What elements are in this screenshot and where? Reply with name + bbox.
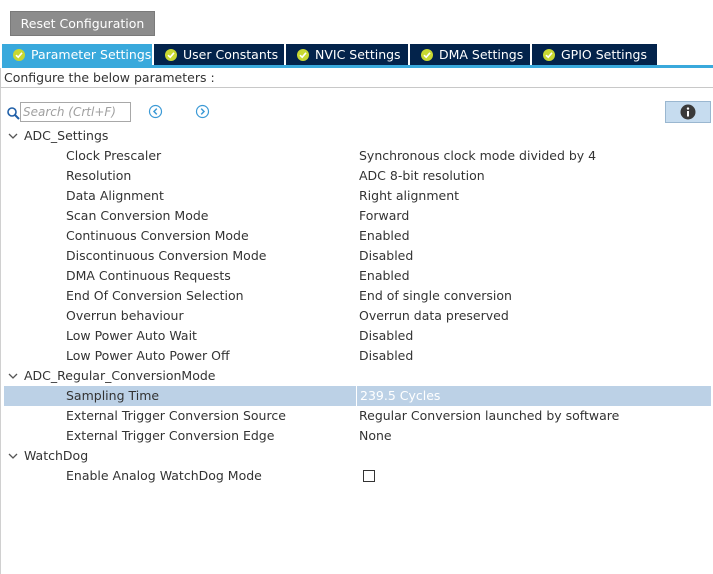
param-label: Enable Analog WatchDog Mode	[66, 468, 262, 483]
tab-label: User Constants	[183, 47, 279, 62]
tab-nvic-settings[interactable]: NVIC Settings	[286, 44, 410, 65]
param-value[interactable]: End of single conversion	[359, 286, 512, 306]
param-label: Low Power Auto Power Off	[66, 348, 230, 363]
param-row[interactable]: External Trigger Conversion Source Regula…	[0, 406, 713, 426]
chevron-down-icon[interactable]	[7, 450, 19, 462]
param-row[interactable]: Enable Analog WatchDog Mode	[0, 466, 713, 486]
param-value[interactable]: ADC 8-bit resolution	[359, 166, 485, 186]
param-row[interactable]: Overrun behaviour Overrun data preserved	[0, 306, 713, 326]
group-label: ADC_Settings	[24, 128, 109, 143]
param-value[interactable]: Enabled	[359, 266, 410, 286]
group-adc-regular-conversion-mode[interactable]: ADC_Regular_ConversionMode	[0, 366, 713, 386]
info-icon	[680, 104, 696, 120]
param-label: External Trigger Conversion Edge	[66, 428, 275, 443]
info-button[interactable]	[665, 101, 711, 123]
param-value[interactable]: Right alignment	[359, 186, 459, 206]
param-row[interactable]: Scan Conversion Mode Forward	[0, 206, 713, 226]
circle-chevron-left-icon[interactable]	[148, 104, 163, 119]
param-label: DMA Continuous Requests	[66, 268, 231, 283]
param-label: Low Power Auto Wait	[66, 328, 197, 343]
param-label: Data Alignment	[66, 188, 164, 203]
group-label: WatchDog	[24, 448, 89, 463]
param-label: End Of Conversion Selection	[66, 288, 244, 303]
search-input[interactable]	[20, 102, 131, 122]
check-circle-icon	[421, 48, 433, 61]
param-label: External Trigger Conversion Source	[66, 408, 286, 423]
param-value[interactable]: 239.5 Cycles	[356, 386, 711, 406]
enable-analog-watchdog-checkbox[interactable]	[363, 470, 375, 482]
tab-label: DMA Settings	[439, 47, 524, 62]
tab-bar: Parameter Settings User Constants NVIC S…	[2, 44, 657, 65]
chevron-down-icon[interactable]	[7, 370, 19, 382]
tab-gpio-settings[interactable]: GPIO Settings	[532, 44, 657, 65]
param-label: Continuous Conversion Mode	[66, 228, 249, 243]
param-label: Clock Prescaler	[66, 148, 162, 163]
tab-dma-settings[interactable]: DMA Settings	[410, 44, 532, 65]
tab-label: GPIO Settings	[561, 47, 647, 62]
circle-chevron-right-icon[interactable]	[195, 104, 210, 119]
param-value[interactable]: Synchronous clock mode divided by 4	[359, 146, 596, 166]
tab-label: Parameter Settings	[31, 47, 152, 62]
group-label: ADC_Regular_ConversionMode	[24, 368, 216, 383]
param-row[interactable]: External Trigger Conversion Edge None	[0, 426, 713, 446]
configure-instructions: Configure the below parameters :	[0, 68, 713, 88]
param-row[interactable]: Discontinuous Conversion Mode Disabled	[0, 246, 713, 266]
check-circle-icon	[543, 48, 555, 61]
param-label: Sampling Time	[66, 388, 160, 403]
param-row[interactable]: DMA Continuous Requests Enabled	[0, 266, 713, 286]
check-circle-icon	[13, 48, 25, 61]
tab-label: NVIC Settings	[315, 47, 401, 62]
param-value[interactable]: Disabled	[359, 346, 413, 366]
reset-configuration-button[interactable]: Reset Configuration	[10, 11, 155, 36]
param-row[interactable]: Clock Prescaler Synchronous clock mode di…	[0, 146, 713, 166]
param-label: Scan Conversion Mode	[66, 208, 209, 223]
param-value[interactable]: Overrun data preserved	[359, 306, 509, 326]
group-watchdog[interactable]: WatchDog	[0, 446, 713, 466]
param-value[interactable]: None	[359, 426, 392, 446]
param-label: Resolution	[66, 168, 132, 183]
param-row[interactable]: Low Power Auto Power Off Disabled	[0, 346, 713, 366]
chevron-down-icon[interactable]	[7, 130, 19, 142]
param-value[interactable]: Regular Conversion launched by software	[359, 406, 619, 426]
param-row[interactable]: End Of Conversion Selection End of single…	[0, 286, 713, 306]
param-value[interactable]: Disabled	[359, 326, 413, 346]
param-value[interactable]: Disabled	[359, 246, 413, 266]
param-row[interactable]: Continuous Conversion Mode Enabled	[0, 226, 713, 246]
check-circle-icon	[165, 48, 177, 61]
check-circle-icon	[297, 48, 309, 61]
param-value[interactable]: Forward	[359, 206, 409, 226]
tab-parameter-settings[interactable]: Parameter Settings	[2, 44, 154, 65]
param-row[interactable]: Low Power Auto Wait Disabled	[0, 326, 713, 346]
param-label: Discontinuous Conversion Mode	[66, 248, 267, 263]
param-value[interactable]: Enabled	[359, 226, 410, 246]
tab-user-constants[interactable]: User Constants	[154, 44, 286, 65]
param-row[interactable]: Resolution ADC 8-bit resolution	[0, 166, 713, 186]
param-row[interactable]: Data Alignment Right alignment	[0, 186, 713, 206]
param-label: Overrun behaviour	[66, 308, 184, 323]
search-icon	[7, 107, 20, 120]
group-adc-settings[interactable]: ADC_Settings	[0, 126, 713, 146]
param-row-selected[interactable]: Sampling Time 239.5 Cycles	[4, 386, 711, 406]
